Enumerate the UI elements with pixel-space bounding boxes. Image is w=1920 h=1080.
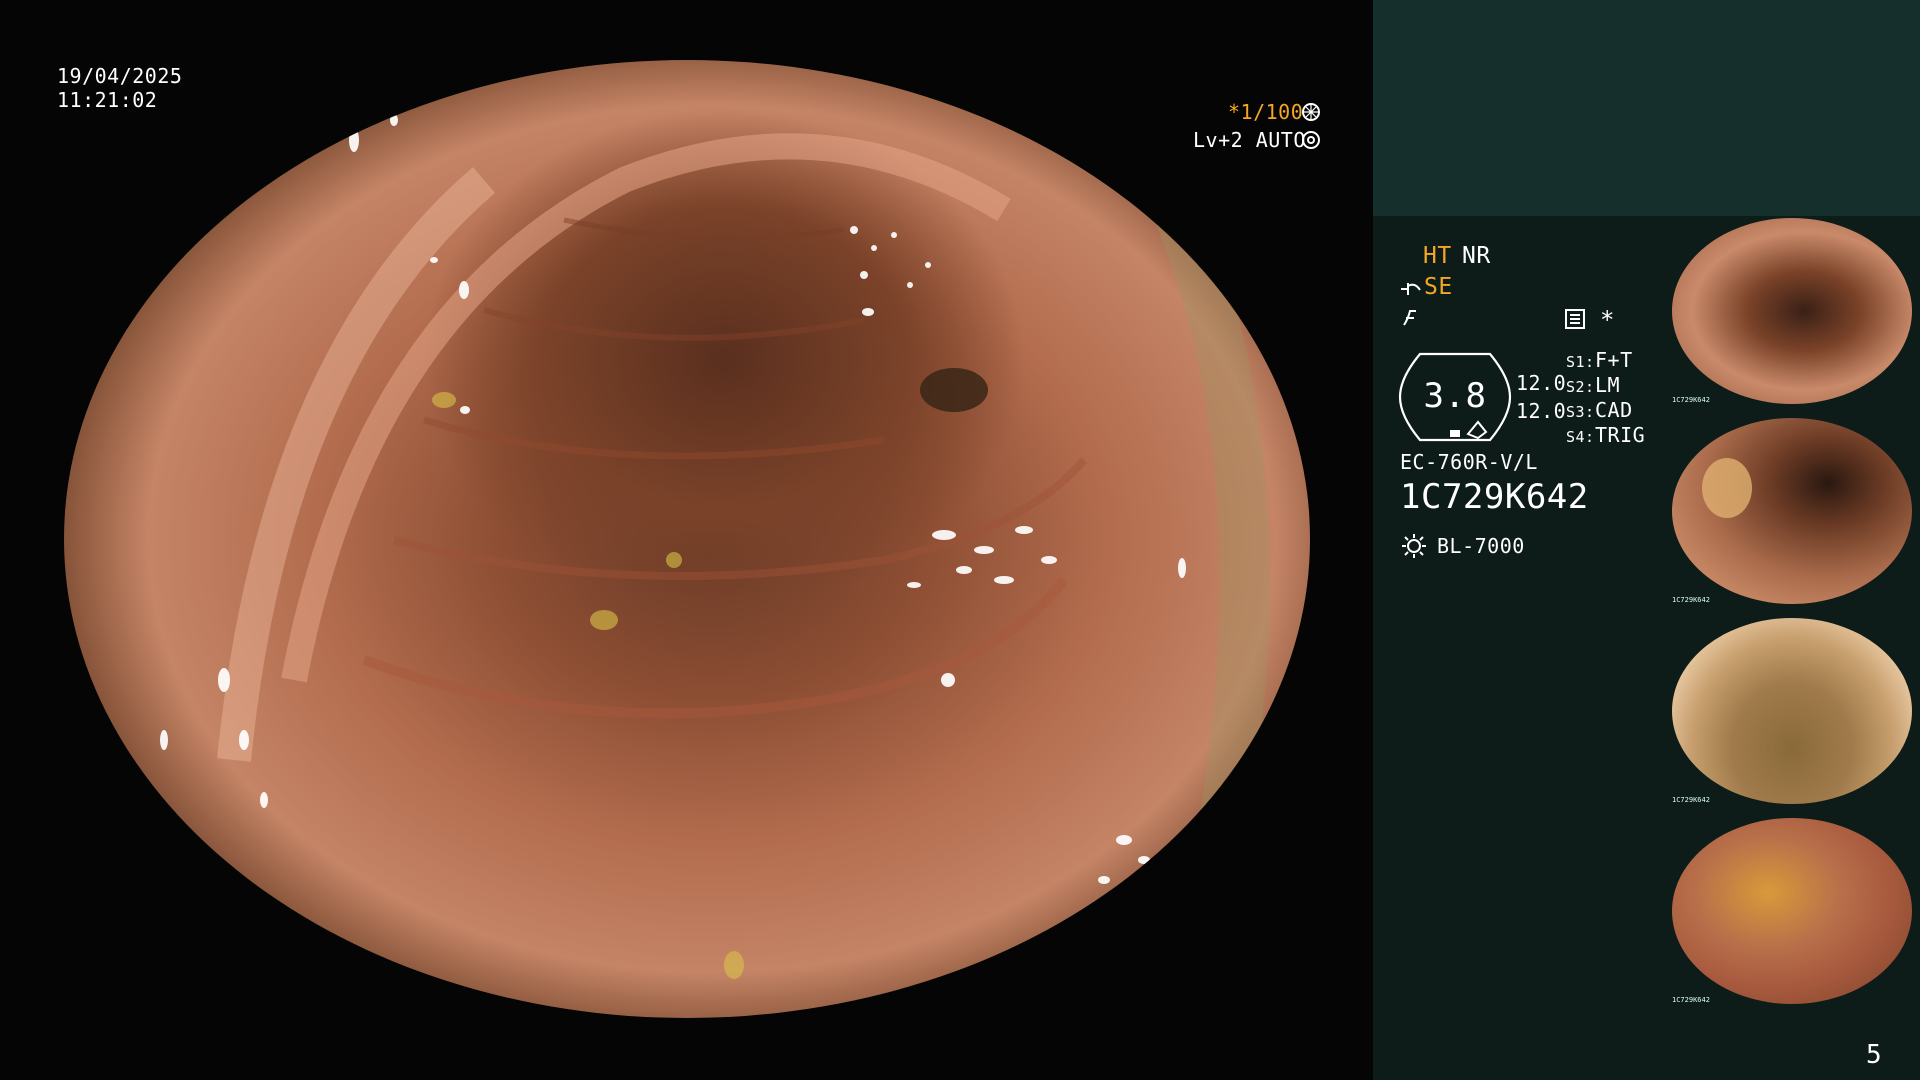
top-mask <box>0 0 1380 60</box>
ht-label: HT <box>1423 243 1452 269</box>
time-label: 11:21:02 <box>57 88 158 112</box>
s3-value: CAD <box>1595 398 1633 422</box>
panel-header <box>1373 0 1920 216</box>
page-number: 5 <box>1866 1040 1883 1070</box>
thumbnail-3[interactable]: 1C729K642 2 <box>1670 616 1920 812</box>
date-label: 19/04/2025 <box>57 64 183 88</box>
menu-star-label: * <box>1600 306 1615 334</box>
value-a: 12.0 <box>1516 371 1567 395</box>
thumbnail-1[interactable]: 1C729K642 4 <box>1670 216 1920 412</box>
thumbnail-4[interactable]: 1C729K642 1 <box>1670 816 1920 1012</box>
thumbnail-image <box>1672 618 1912 804</box>
endoscopy-image <box>64 60 1310 1018</box>
aperture-icon <box>1302 103 1320 121</box>
light-source-icon <box>1401 533 1427 559</box>
s4-value: TRIG <box>1595 423 1646 447</box>
thumbnail-image <box>1672 418 1912 604</box>
s3-key: S3: <box>1566 403 1595 421</box>
s1-value: F+T <box>1595 348 1633 372</box>
auto-iris-icon <box>1302 131 1320 149</box>
zoom-indicator: 3.8 <box>1398 352 1512 442</box>
thumbnail-serial: 1C729K642 <box>1672 396 1710 404</box>
thumbnail-serial: 1C729K642 <box>1672 596 1710 604</box>
scope-serial: 1C729K642 <box>1400 477 1589 517</box>
s1-key: S1: <box>1566 353 1595 371</box>
shutter-label: *1/100 <box>1228 100 1304 124</box>
light-source-model: BL-7000 <box>1437 534 1525 558</box>
enhance-icon <box>1400 280 1422 298</box>
zoom-value: 3.8 <box>1423 376 1487 416</box>
menu-icon <box>1565 309 1585 329</box>
thumbnail-2[interactable]: 1C729K642 3 <box>1670 416 1920 612</box>
thumbnail-serial: 1C729K642 <box>1672 796 1710 804</box>
value-b: 12.0 <box>1516 399 1567 423</box>
s4-key: S4: <box>1566 428 1595 446</box>
thumbnail-image <box>1672 218 1912 404</box>
thumbnail-serial: 1C729K642 <box>1672 996 1710 1004</box>
thumbnail-image <box>1672 818 1912 1004</box>
endoscopy-image-render <box>64 60 1310 1018</box>
se-label: SE <box>1424 274 1453 300</box>
level-label: Lv+2 AUTO <box>1193 128 1306 152</box>
s2-key: S2: <box>1566 378 1595 396</box>
s2-value: LM <box>1595 373 1621 397</box>
scope-model: EC-760R-V/L <box>1400 450 1538 474</box>
bottom-mask <box>0 1018 1380 1080</box>
filter-icon <box>1400 307 1420 327</box>
nr-label: NR <box>1462 243 1491 269</box>
